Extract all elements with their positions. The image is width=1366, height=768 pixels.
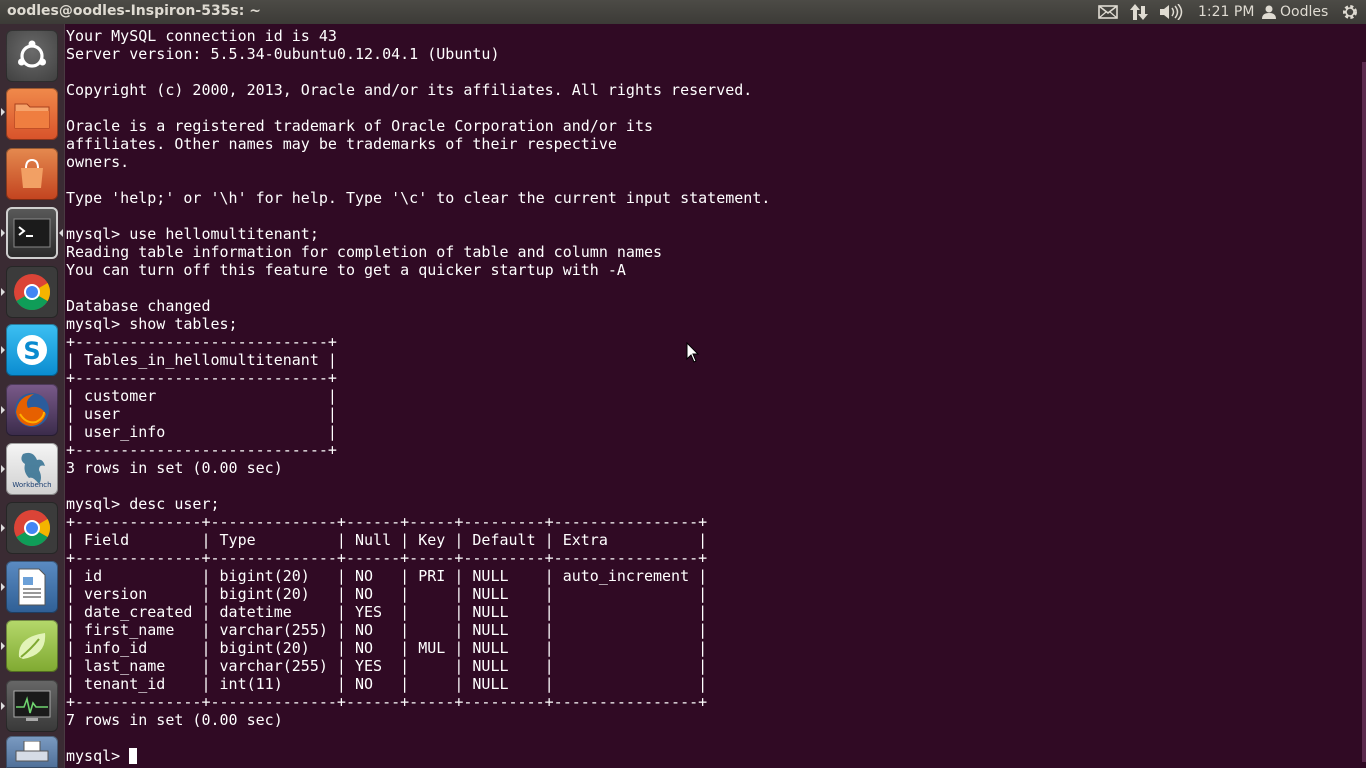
terminal-line: | customer | (66, 387, 337, 405)
launcher: S Workbench (0, 24, 65, 768)
system-monitor-icon[interactable] (6, 680, 58, 732)
terminal-line: Oracle is a registered trademark of Orac… (66, 117, 653, 135)
scanner-icon[interactable] (6, 736, 58, 768)
terminal-prompt-line[interactable]: mysql> (66, 747, 1356, 765)
terminal-line: | last_name | varchar(255) | YES | | NUL… (66, 657, 708, 675)
terminal-line: | date_created | datetime | YES | | NULL… (66, 603, 708, 621)
network-icon[interactable] (1130, 0, 1148, 24)
user-icon (1262, 5, 1276, 19)
terminal-line: 3 rows in set (0.00 sec) (66, 459, 283, 477)
running-indicator (1, 642, 5, 650)
text-cursor (129, 748, 138, 764)
running-indicator (1, 229, 5, 237)
software-center-icon[interactable] (6, 148, 58, 200)
terminal-line: | tenant_id | int(11) | NO | | NULL | | (66, 675, 708, 693)
running-indicator (1, 465, 5, 473)
terminal-line: You can turn off this feature to get a q… (66, 261, 626, 279)
terminal-line: mysql> use hellomultitenant; (66, 225, 319, 243)
terminal-line: Reading table information for completion… (66, 243, 663, 261)
terminal-line: | user_info | (66, 423, 337, 441)
svg-text:S: S (23, 337, 40, 365)
files-icon[interactable] (6, 88, 58, 140)
terminal-line: | id | bigint(20) | NO | PRI | NULL | au… (66, 567, 708, 585)
terminal-line: Your MySQL connection id is 43 (66, 27, 337, 45)
terminal-line: Type 'help;' or '\h' for help. Type '\c'… (66, 189, 771, 207)
terminal-line: +--------------+--------------+------+--… (66, 549, 708, 567)
clock[interactable]: 1:21 PM (1198, 0, 1254, 24)
window-title: oodles@oodles-Inspiron-535s: ~ (7, 3, 261, 19)
running-indicator (1, 108, 5, 116)
spring-tool-icon[interactable] (6, 620, 58, 672)
terminal-line: +----------------------------+ (66, 333, 337, 351)
firefox-icon[interactable] (6, 384, 58, 436)
running-indicator (1, 524, 5, 532)
terminal-line: +--------------+--------------+------+--… (66, 513, 708, 531)
ubuntu-dash-icon[interactable] (6, 30, 58, 82)
terminal-line: | version | bigint(20) | NO | | NULL | | (66, 585, 708, 603)
terminal-line: +----------------------------+ (66, 441, 337, 459)
user-menu[interactable]: Oodles (1262, 0, 1328, 24)
user-name: Oodles (1280, 4, 1329, 20)
document-viewer-icon[interactable] (6, 561, 58, 613)
terminal-line: mysql> desc user; (66, 495, 220, 513)
running-indicator (1, 288, 5, 296)
terminal-line: affiliates. Other names may be trademark… (66, 135, 617, 153)
mouse-cursor-icon (686, 342, 700, 363)
clock-time: 1:21 PM (1198, 4, 1255, 20)
terminal-icon[interactable] (6, 207, 58, 259)
volume-icon[interactable] (1160, 0, 1184, 24)
terminal-line: | Field | Type | Null | Key | Default | … (66, 531, 708, 549)
terminal-line: Server version: 5.5.34-0ubuntu0.12.04.1 … (66, 45, 500, 63)
terminal-line: +--------------+--------------+------+--… (66, 693, 708, 711)
mail-icon[interactable] (1098, 0, 1118, 24)
terminal-line: Database changed (66, 297, 211, 315)
terminal-line: 7 rows in set (0.00 sec) (66, 711, 283, 729)
running-indicator (1, 346, 5, 354)
mysql-workbench-icon[interactable]: Workbench (6, 443, 58, 495)
terminal-line: | first_name | varchar(255) | NO | | NUL… (66, 621, 708, 639)
gear-icon[interactable] (1341, 0, 1359, 24)
running-indicator (1, 583, 5, 591)
chrome-icon-2[interactable] (6, 502, 58, 554)
running-indicator (1, 702, 5, 710)
skype-icon[interactable]: S (6, 324, 58, 376)
terminal-output[interactable]: Your MySQL connection id is 43 Server ver… (66, 27, 1356, 768)
terminal-scrollbar[interactable] (1362, 62, 1366, 762)
terminal-line: owners. (66, 153, 130, 171)
terminal-line: | info_id | bigint(20) | NO | MUL | NULL… (66, 639, 708, 657)
running-indicator (1, 406, 5, 414)
active-indicator (59, 229, 63, 237)
top-panel: oodles@oodles-Inspiron-535s: ~ 1:21 PM O… (0, 0, 1366, 24)
terminal-prompt: mysql> (66, 747, 130, 765)
terminal-line: mysql> show tables; (66, 315, 238, 333)
terminal-line: Copyright (c) 2000, 2013, Oracle and/or … (66, 81, 753, 99)
terminal-line: +----------------------------+ (66, 369, 337, 387)
chrome-icon[interactable] (6, 266, 58, 318)
workbench-label: Workbench (12, 481, 51, 489)
terminal-line: | Tables_in_hellomultitenant | (66, 351, 337, 369)
terminal-line: | user | (66, 405, 337, 423)
